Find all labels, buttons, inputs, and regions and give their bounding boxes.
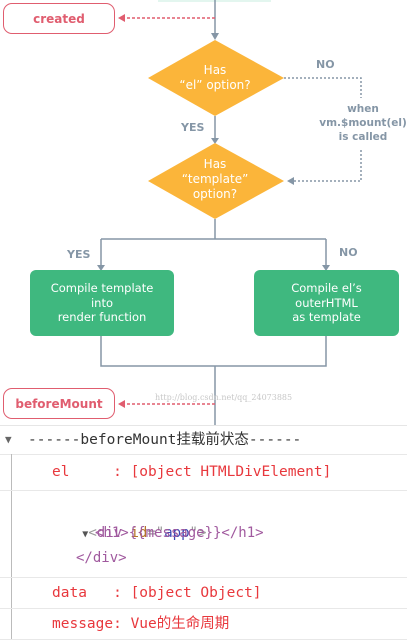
box-text: into — [90, 295, 114, 310]
compile-outerhtml-box: Compile el’s outerHTML as template — [254, 270, 399, 336]
box-text: outerHTML — [295, 295, 358, 310]
message-label: message: — [52, 616, 131, 632]
data-value: [object Object] — [130, 585, 262, 601]
note-line: vm.$mount(el) — [319, 117, 407, 129]
arrow-icon — [211, 33, 219, 40]
decision-text: Has — [203, 157, 227, 171]
box-text: Compile el’s — [291, 281, 362, 296]
console-row-html[interactable]: ▼<div id="app"> <h1>{{message}}</h1> </d… — [0, 491, 407, 578]
note-line: is called — [338, 131, 388, 143]
decision-text: “template” — [181, 172, 249, 186]
closing-tag: </div> — [76, 550, 127, 566]
yes-label: YES — [181, 121, 205, 134]
decision-text: Has — [203, 63, 227, 77]
console-output: ▼ ------beforeMount挂载前状态------ el : [obj… — [0, 425, 407, 640]
box-text: as template — [292, 310, 361, 325]
decision-text: option? — [192, 187, 238, 201]
template-decision-label: Has “template” option? — [155, 157, 275, 202]
mount-note: when vm.$mount(el) is called — [318, 102, 407, 144]
lifecycle-diagram: created Has “el” option? Has “template” … — [0, 0, 407, 425]
box-text: Compile template — [50, 281, 154, 296]
box-text: render function — [57, 310, 147, 325]
yes-label: YES — [67, 248, 91, 261]
el-value: [object HTMLDivElement] — [130, 464, 332, 480]
el-decision-label: Has “el” option? — [155, 63, 275, 93]
console-row-el: el : [object HTMLDivElement] — [0, 454, 407, 491]
beforemount-hook: beforeMount — [3, 388, 115, 419]
console-group-header[interactable]: ▼ ------beforeMount挂载前状态------ — [0, 426, 407, 455]
no-label: NO — [339, 246, 358, 259]
note-line: when — [347, 103, 379, 115]
inner-html: <h1>{{message}}</h1> — [95, 525, 264, 541]
group-title: ------beforeMount挂载前状态------ — [28, 432, 302, 448]
message-value: Vue的生命周期 — [130, 616, 230, 632]
decision-text: “el” option? — [179, 78, 251, 92]
console-row-message: message: Vue的生命周期 — [0, 609, 407, 640]
compile-template-box: Compile template into render function — [30, 270, 174, 336]
created-hook: created — [3, 3, 115, 34]
expand-triangle-icon[interactable]: ▼ — [5, 426, 12, 454]
watermark: http://blog.csdn.net/qq_24073885 — [155, 393, 293, 402]
console-row-data: data : [object Object] — [0, 578, 407, 609]
el-label: el : — [52, 464, 131, 480]
no-label: NO — [316, 58, 335, 71]
data-label: data : — [52, 585, 131, 601]
